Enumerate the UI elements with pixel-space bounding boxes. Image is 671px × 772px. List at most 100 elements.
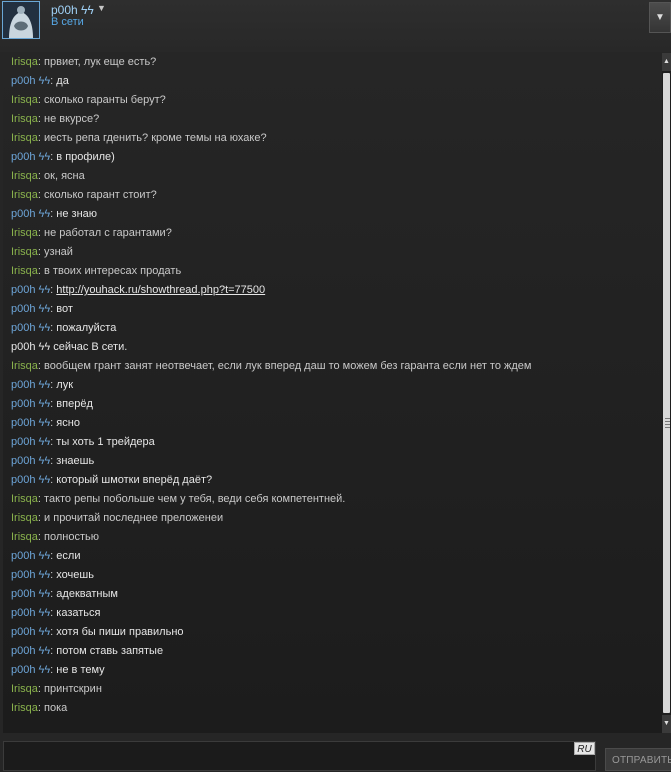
chat-message: Irisqa: сколько гаранты берут? [11, 91, 166, 110]
message-sender[interactable]: Irisqa [11, 246, 38, 258]
message-sender[interactable]: p00h ϟϟ [11, 379, 50, 391]
message-sender[interactable]: Irisqa [11, 683, 38, 695]
message-sender[interactable]: p00h ϟϟ [11, 322, 50, 334]
message-sender[interactable]: p00h ϟϟ [11, 151, 50, 163]
avatar-image-icon [3, 2, 39, 38]
chat-log: Irisqa: првиет, лук еще есть? p00h ϟϟ: да… [3, 53, 662, 733]
message-sender[interactable]: Irisqa [11, 531, 38, 543]
message-text: казаться [56, 607, 101, 619]
chat-message: p00h ϟϟ: вперёд [11, 395, 93, 414]
message-sender[interactable]: p00h ϟϟ [11, 550, 50, 562]
chat-message: p00h ϟϟ: в профиле) [11, 148, 115, 167]
chat-message: Irisqa: принтскрин [11, 680, 102, 699]
message-text: вот [56, 303, 73, 315]
message-sender[interactable]: Irisqa [11, 189, 38, 201]
chat-message: Irisqa: полностью [11, 528, 99, 547]
message-text: принтскрин [44, 683, 102, 695]
chat-scrollbar[interactable]: ▲ ▼ [662, 53, 671, 733]
message-text: вперёд [56, 398, 93, 410]
chat-message: p00h ϟϟ: не знаю [11, 205, 97, 224]
message-text: адекватным [56, 588, 118, 600]
message-sender[interactable]: p00h ϟϟ [11, 474, 50, 486]
message-sender[interactable]: Irisqa [11, 512, 38, 524]
message-text: ясно [56, 417, 80, 429]
user-avatar[interactable] [2, 1, 40, 39]
message-text: хотя бы пиши правильно [56, 626, 184, 638]
chat-message: p00h ϟϟ: который шмотки вперёд даёт? [11, 471, 212, 490]
chevron-down-icon[interactable]: ▼ [97, 3, 106, 13]
message-sender[interactable]: p00h ϟϟ [11, 455, 50, 467]
message-text: узнай [44, 246, 73, 258]
chat-message: Irisqa: и прочитай последнее преложенеи [11, 509, 223, 528]
message-text: сколько гаранты берут? [44, 94, 166, 106]
chat-message: p00h ϟϟ: адекватным [11, 585, 118, 604]
message-sender[interactable]: p00h ϟϟ [11, 303, 50, 315]
message-text: пожалуйста [56, 322, 117, 334]
message-sender[interactable]: p00h ϟϟ [11, 208, 50, 220]
message-text: знаешь [56, 455, 95, 467]
chat-message: p00h ϟϟ: хотя бы пиши правильно [11, 623, 184, 642]
message-text: ты хоть 1 трейдера [56, 436, 155, 448]
message-input[interactable] [3, 741, 596, 771]
chat-message: p00h ϟϟ: да [11, 72, 69, 91]
message-sender[interactable]: p00h ϟϟ [11, 569, 50, 581]
message-sender[interactable]: p00h ϟϟ [11, 664, 50, 676]
message-text: потом ставь запятые [56, 645, 164, 657]
message-text: не вкурсе? [44, 113, 100, 125]
chat-header: p00h ϟϟ ▼ В сети ▼ [0, 0, 671, 52]
message-sender[interactable]: p00h ϟϟ [11, 607, 50, 619]
message-text: в твоих интересах продать [44, 265, 182, 277]
message-sender[interactable]: Irisqa [11, 227, 38, 239]
chat-message: p00h ϟϟ: http://youhack.ru/showthread.ph… [11, 281, 265, 300]
message-sender[interactable]: Irisqa [11, 170, 38, 182]
chat-message: Irisqa: не работал с гарантами? [11, 224, 172, 243]
message-sender[interactable]: Irisqa [11, 56, 38, 68]
message-sender[interactable]: p00h ϟϟ [11, 398, 50, 410]
message-sender[interactable]: Irisqa [11, 265, 38, 277]
chat-message: Irisqa: в твоих интересах продать [11, 262, 181, 281]
chat-message: Irisqa: ок, ясна [11, 167, 85, 186]
triangle-down-icon: ▼ [655, 12, 665, 23]
message-sender[interactable]: Irisqa [11, 113, 38, 125]
message-text: и прочитай последнее преложенеи [44, 512, 224, 524]
message-sender[interactable]: Irisqa [11, 702, 38, 714]
message-text: который шмотки вперёд даёт? [56, 474, 213, 486]
message-sender[interactable]: p00h ϟϟ [11, 626, 50, 638]
message-link[interactable]: http://youhack.ru/showthread.php?t=77500 [56, 284, 265, 296]
message-sender[interactable]: p00h ϟϟ [11, 417, 50, 429]
message-text: вообщем грант занят неотвечает, если лук… [44, 360, 532, 372]
chat-message: Irisqa: пока [11, 699, 67, 718]
message-sender[interactable]: p00h ϟϟ [11, 436, 50, 448]
chat-message: p00h ϟϟ: казаться [11, 604, 101, 623]
message-sender[interactable]: p00h ϟϟ [11, 75, 50, 87]
message-text: такто репы побольше чем у тебя, веди себ… [44, 493, 346, 505]
message-sender[interactable]: Irisqa [11, 360, 38, 372]
username[interactable]: p00h ϟϟ [51, 3, 94, 17]
scroll-up-icon[interactable]: ▲ [662, 53, 671, 71]
message-sender[interactable]: Irisqa [11, 493, 38, 505]
chat-message: Irisqa: првиет, лук еще есть? [11, 53, 156, 72]
message-text: да [56, 75, 69, 87]
send-button[interactable]: ОТПРАВИТЬ [605, 748, 671, 771]
chat-menu-button[interactable]: ▼ [649, 2, 671, 33]
user-status: В сети [51, 16, 84, 28]
chat-message: p00h ϟϟ: знаешь [11, 452, 94, 471]
message-text: в профиле) [56, 151, 115, 163]
scroll-thumb[interactable] [663, 73, 670, 713]
message-text: првиет, лук еще есть? [44, 56, 157, 68]
chat-message: Irisqa: такто репы побольше чем у тебя, … [11, 490, 345, 509]
system-message-text: p00h ϟϟ сейчас В сети. [11, 341, 128, 353]
chat-message: Irisqa: не вкурсе? [11, 110, 99, 129]
chat-message: p00h ϟϟ: пожалуйста [11, 319, 116, 338]
message-text: если [56, 550, 81, 562]
message-text: не в тему [56, 664, 105, 676]
chat-message: p00h ϟϟ: ты хоть 1 трейдера [11, 433, 155, 452]
message-text: сколько гарант стоит? [44, 189, 157, 201]
message-sender[interactable]: p00h ϟϟ [11, 645, 50, 657]
message-sender[interactable]: p00h ϟϟ [11, 284, 50, 296]
message-sender[interactable]: p00h ϟϟ [11, 588, 50, 600]
message-sender[interactable]: Irisqa [11, 94, 38, 106]
scroll-down-icon[interactable]: ▼ [662, 715, 671, 733]
chat-message: p00h ϟϟ: потом ставь запятые [11, 642, 163, 661]
message-sender[interactable]: Irisqa [11, 132, 38, 144]
